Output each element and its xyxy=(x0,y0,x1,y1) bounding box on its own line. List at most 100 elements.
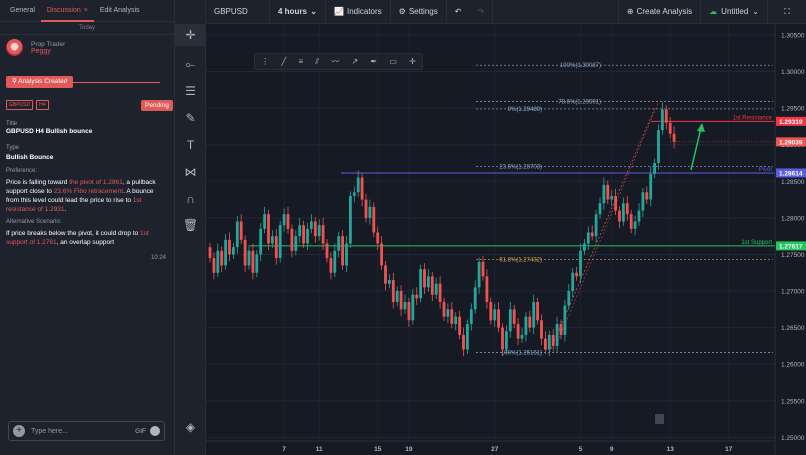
candle-body xyxy=(505,331,508,350)
fullscreen-button[interactable]: ⛶ xyxy=(768,0,806,24)
candle-body xyxy=(661,109,664,131)
preference-text-1: Price is falling toward xyxy=(6,179,70,186)
redo-button[interactable]: ↷ xyxy=(469,0,494,24)
emoji-icon[interactable] xyxy=(150,426,160,436)
trendline-icon[interactable]: ⟜ xyxy=(175,53,206,75)
candle-body xyxy=(528,316,532,328)
x-tick-label: 13 xyxy=(667,446,675,453)
tab-edit-analysis[interactable]: Edit Analysis xyxy=(94,0,146,22)
candle-body xyxy=(489,302,493,321)
candle-body xyxy=(559,323,563,335)
price-chart[interactable]: 100%(1.30087) 78.6%(1.29591) 0%(1.29489) 23… xyxy=(206,24,806,455)
chevron-down-icon: ⌄ xyxy=(752,7,759,16)
brush-icon[interactable]: ✎ xyxy=(175,107,206,129)
magnet-icon[interactable]: ∩ xyxy=(175,188,206,210)
text-icon[interactable]: T xyxy=(175,134,206,156)
candle-body xyxy=(364,199,368,218)
candle-body xyxy=(629,214,633,229)
candle-body xyxy=(310,221,313,229)
candle-body xyxy=(555,323,559,346)
drag-handle-icon[interactable]: ⋮ xyxy=(261,57,269,66)
candle-body xyxy=(391,280,395,302)
ray-tool-icon[interactable]: ↗ xyxy=(351,57,358,66)
tab-discussion[interactable]: Discussion × xyxy=(40,0,94,22)
gif-button[interactable]: GIF xyxy=(135,428,146,435)
candle-body xyxy=(610,195,614,200)
settings-button[interactable]: ⚙ Settings xyxy=(391,0,447,24)
analysis-created-banner: ⚲ Analysis Created xyxy=(6,76,160,88)
avatar[interactable] xyxy=(6,39,23,56)
channel-tool-icon[interactable]: ⫽ xyxy=(315,57,319,67)
tab-general[interactable]: General xyxy=(4,0,41,22)
crosshair-icon[interactable]: ✛ xyxy=(175,24,206,46)
date-divider: Today xyxy=(0,22,174,35)
candle-body xyxy=(356,177,360,193)
message-author: Prop Trader Peggy xyxy=(0,35,174,60)
candle-body xyxy=(575,272,578,277)
interval-selector[interactable]: 4 hours ⌄ xyxy=(270,0,326,24)
fib-icon[interactable]: ☰ xyxy=(175,80,206,102)
alternative-text-2: , an overlap support xyxy=(56,239,115,246)
candle-body xyxy=(399,291,403,310)
cross-tool-icon[interactable]: ✛ xyxy=(409,57,416,66)
author-name[interactable]: Peggy xyxy=(31,48,65,55)
candle-body xyxy=(415,294,419,299)
analysis-level-label: 1st Support xyxy=(741,240,772,246)
candle-body xyxy=(633,221,637,229)
path-tool-icon[interactable]: 〰 xyxy=(331,56,339,67)
preference-label: Preference: xyxy=(6,168,38,174)
line-tool-icon[interactable]: ╱ xyxy=(281,57,286,66)
candle-body xyxy=(547,334,551,350)
x-tick-label: 11 xyxy=(316,446,323,453)
candle-body xyxy=(395,291,399,302)
candle-body xyxy=(571,272,575,292)
candle-body xyxy=(540,320,543,339)
symbol-label: GBPUSD xyxy=(214,7,248,16)
candle-body xyxy=(466,323,469,350)
candle-body xyxy=(606,184,610,200)
candle-body xyxy=(380,243,383,266)
candle-body xyxy=(384,265,387,284)
chat-input[interactable] xyxy=(31,427,136,435)
layout-selector[interactable]: ☁ Untitled ⌄ xyxy=(701,0,768,24)
y-tick-label: 1.27500 xyxy=(781,252,805,259)
close-tab-icon[interactable]: × xyxy=(84,7,88,14)
candle-body xyxy=(598,203,602,215)
candle-body xyxy=(345,243,348,266)
candle-body xyxy=(442,302,446,317)
undo-button[interactable]: ↶ xyxy=(447,0,470,24)
fib-level-label: 61.8%(1.27432) xyxy=(499,257,542,263)
fib-level-label: 0%(1.29489) xyxy=(508,107,542,113)
fib-tool-icon[interactable]: ≡ xyxy=(298,57,303,66)
y-tick-label: 1.28000 xyxy=(781,215,805,222)
pen-tool-icon[interactable]: ✒ xyxy=(370,57,377,66)
redo-icon: ↷ xyxy=(477,7,485,16)
idea-tags: GBPUSD H4 xyxy=(6,100,49,110)
candle-body xyxy=(271,236,274,244)
y-tick-label: 1.26500 xyxy=(781,325,805,332)
chart-top-bar: GBPUSD 4 hours ⌄ 📈 Indicators ⚙ Settings ↶ … xyxy=(206,0,806,24)
candle-body xyxy=(501,327,504,350)
add-attachment-icon[interactable]: + xyxy=(13,425,25,437)
candle-body xyxy=(446,309,450,317)
pattern-icon[interactable]: ⋈ xyxy=(175,161,206,183)
layers-icon[interactable]: ◈ xyxy=(175,416,206,438)
trash-icon[interactable]: 🗑 xyxy=(175,214,206,236)
price-tag-label: 1.27617 xyxy=(779,243,803,250)
candle-body xyxy=(637,210,641,222)
timeframe-tag: H4 xyxy=(36,100,49,110)
candle-body xyxy=(469,309,473,324)
candle-body xyxy=(434,283,438,295)
candle-body xyxy=(216,250,220,273)
indicators-button[interactable]: 📈 Indicators xyxy=(326,0,391,24)
candle-body xyxy=(208,247,212,259)
rect-tool-icon[interactable]: ▭ xyxy=(389,57,397,66)
fib-level-label: 78.6%(1.29591) xyxy=(558,99,601,105)
x-tick-label: 19 xyxy=(405,446,413,453)
candle-body xyxy=(278,225,282,259)
candle-body xyxy=(458,316,461,335)
symbol-selector[interactable]: GBPUSD xyxy=(206,0,270,24)
fib-level-label: 23.6%(1.28703) xyxy=(499,164,542,170)
analysis-level-label: Pivot xyxy=(759,167,773,173)
create-analysis-button[interactable]: ⊕ Create Analysis xyxy=(617,0,702,24)
